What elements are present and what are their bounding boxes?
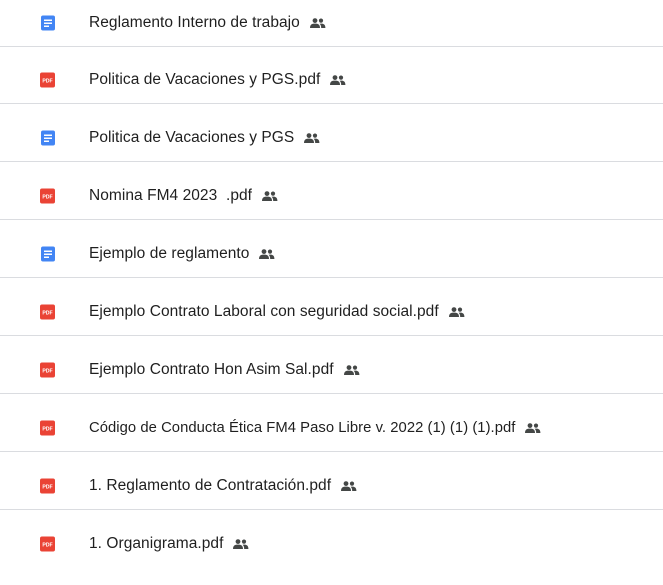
shared-people-icon bbox=[261, 191, 278, 201]
file-row[interactable]: PDF Código de Conducta Ética FM4 Paso Li… bbox=[0, 405, 663, 452]
file-name: 1. Reglamento de Contratación.pdf bbox=[89, 477, 332, 494]
pdf-icon: PDF bbox=[40, 478, 55, 494]
pdf-icon-label: PDF bbox=[42, 427, 52, 433]
file-name: Ejemplo Contrato Laboral con seguridad s… bbox=[89, 303, 439, 320]
shared-people-icon bbox=[329, 75, 346, 85]
file-name: Ejemplo Contrato Hon Asim Sal.pdf bbox=[89, 361, 334, 378]
file-name: Politica de Vacaciones y PGS.pdf bbox=[89, 71, 321, 88]
shared-people-icon bbox=[303, 133, 320, 143]
pdf-icon: PDF bbox=[40, 536, 55, 552]
pdf-icon: PDF bbox=[40, 420, 55, 436]
file-row[interactable]: PDF Politica de Vacaciones y PGS.pdf bbox=[0, 57, 663, 104]
file-row[interactable]: Politica de Vacaciones y PGS bbox=[0, 115, 663, 162]
shared-people-icon bbox=[340, 481, 357, 491]
pdf-icon-label: PDF bbox=[42, 543, 52, 549]
pdf-icon-label: PDF bbox=[42, 195, 52, 201]
file-name: Reglamento Interno de trabajo bbox=[89, 14, 300, 31]
shared-people-icon bbox=[524, 423, 541, 433]
google-docs-icon bbox=[40, 246, 55, 262]
pdf-icon: PDF bbox=[40, 304, 55, 320]
file-name: 1. Organigrama.pdf bbox=[89, 535, 224, 552]
pdf-icon: PDF bbox=[40, 188, 55, 204]
file-row[interactable]: PDF Ejemplo Contrato Laboral con segurid… bbox=[0, 289, 663, 336]
pdf-icon-label: PDF bbox=[42, 485, 52, 491]
shared-people-icon bbox=[232, 539, 249, 549]
pdf-icon-label: PDF bbox=[42, 79, 52, 85]
file-row[interactable]: PDF 1. Reglamento de Contratación.pdf bbox=[0, 463, 663, 510]
shared-people-icon bbox=[343, 365, 360, 375]
file-name: Politica de Vacaciones y PGS bbox=[89, 129, 295, 146]
pdf-icon-label: PDF bbox=[42, 369, 52, 375]
file-name: Nomina FM4 2023 .pdf bbox=[89, 187, 253, 204]
google-docs-icon bbox=[40, 15, 55, 31]
pdf-icon: PDF bbox=[40, 362, 55, 378]
shared-people-icon bbox=[309, 18, 326, 28]
file-name: Ejemplo de reglamento bbox=[89, 245, 250, 262]
shared-people-icon bbox=[258, 249, 275, 259]
file-row[interactable]: PDF 1. Organigrama.pdf bbox=[0, 521, 663, 567]
file-row[interactable]: PDF Ejemplo Contrato Hon Asim Sal.pdf bbox=[0, 347, 663, 394]
shared-people-icon bbox=[448, 307, 465, 317]
pdf-icon-label: PDF bbox=[42, 311, 52, 317]
pdf-icon: PDF bbox=[40, 72, 55, 88]
file-name: Código de Conducta Ética FM4 Paso Libre … bbox=[89, 420, 516, 436]
google-docs-icon bbox=[40, 130, 55, 146]
file-row[interactable]: Ejemplo de reglamento bbox=[0, 231, 663, 278]
file-list: Reglamento Interno de trabajo PDF Politi… bbox=[0, 0, 663, 585]
file-row[interactable]: PDF Nomina FM4 2023 .pdf bbox=[0, 173, 663, 220]
file-row[interactable]: Reglamento Interno de trabajo bbox=[0, 0, 663, 47]
